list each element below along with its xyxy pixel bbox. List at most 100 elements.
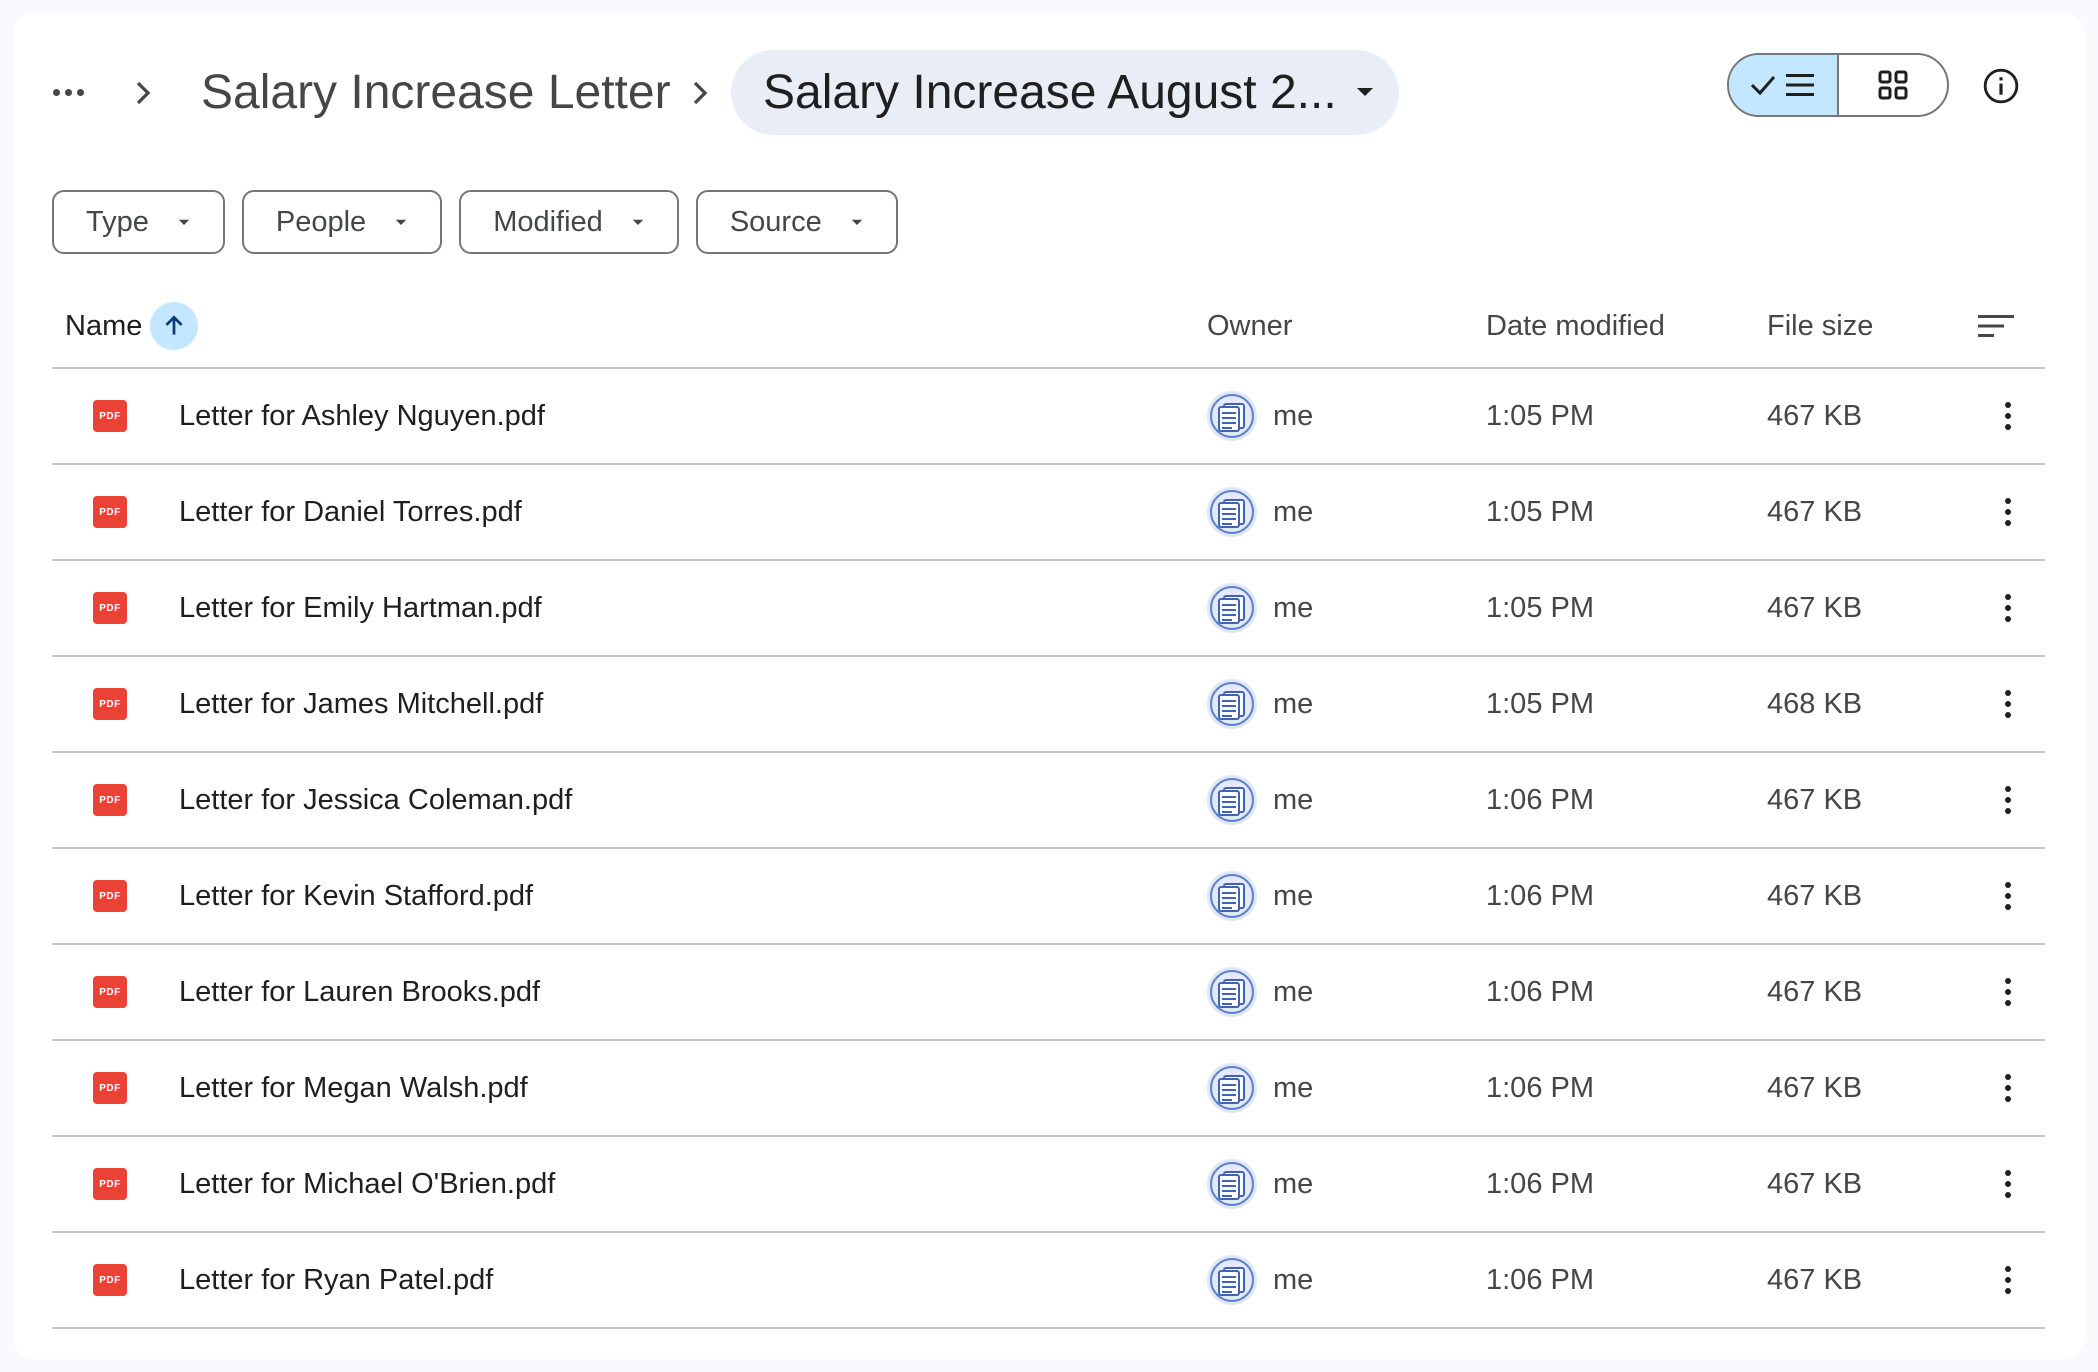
more-actions-button[interactable] <box>1988 465 2028 559</box>
arrow-upward-icon[interactable] <box>150 302 199 350</box>
more-actions-button[interactable] <box>1988 1041 2028 1135</box>
arrow-drop-down-icon <box>629 213 647 231</box>
breadcrumb-parent-folder[interactable]: Salary Increase Letter <box>187 63 685 123</box>
file-size: 467 KB <box>1767 879 1863 912</box>
file-type-cell: PDF <box>93 849 127 943</box>
more-actions-button[interactable] <box>1988 369 2028 463</box>
file-name[interactable]: Letter for Megan Walsh.pdf <box>179 1041 528 1135</box>
file-type-cell: PDF <box>93 945 127 1039</box>
arrow-drop-down-icon <box>848 213 866 231</box>
pdf-icon: PDF <box>93 688 127 720</box>
table-row[interactable]: PDF Letter for Emily Hartman.pdf me 1:05… <box>52 561 2045 657</box>
column-header-file-size[interactable]: File size <box>1767 283 1873 369</box>
file-name[interactable]: Letter for Michael O'Brien.pdf <box>179 1137 555 1231</box>
pdf-icon: PDF <box>93 1168 127 1200</box>
table-row[interactable]: PDF Letter for Megan Walsh.pdf me 1:06 P… <box>52 1041 2045 1137</box>
owner-cell: me <box>1207 1233 1313 1327</box>
more-actions-button[interactable] <box>1988 657 2028 751</box>
table-row[interactable]: PDF Letter for Jessica Coleman.pdf me 1:… <box>52 753 2045 849</box>
filter-label: Source <box>729 205 822 238</box>
owner-name: me <box>1273 495 1314 528</box>
more-vert-icon <box>2005 690 2011 718</box>
filter-source-chip[interactable]: Source <box>695 190 898 254</box>
file-type-cell: PDF <box>93 657 127 751</box>
column-header-date-modified[interactable]: Date modified <box>1486 283 1665 369</box>
info-button[interactable] <box>1976 61 2026 111</box>
more-vert-icon <box>2005 1266 2011 1294</box>
file-name[interactable]: Letter for Ashley Nguyen.pdf <box>179 369 545 463</box>
file-size: 468 KB <box>1767 687 1863 720</box>
file-type-cell: PDF <box>93 465 127 559</box>
owner-avatar-icon <box>1207 583 1257 633</box>
more-actions-button[interactable] <box>1988 753 2028 847</box>
filter-people-chip[interactable]: People <box>241 190 443 254</box>
grid-view-button[interactable] <box>1839 55 1947 115</box>
breadcrumb-current-folder[interactable]: Salary Increase August 2... <box>731 50 1399 135</box>
view-toggle <box>1727 53 1949 117</box>
owner-name: me <box>1273 687 1314 720</box>
table-row[interactable]: PDF Letter for Ryan Patel.pdf me 1:06 PM… <box>52 1233 2045 1329</box>
file-name[interactable]: Letter for James Mitchell.pdf <box>179 657 543 751</box>
date-modified: 1:05 PM <box>1486 495 1594 528</box>
table-row[interactable]: PDF Letter for Lauren Brooks.pdf me 1:06… <box>52 945 2045 1041</box>
more-horiz-icon[interactable] <box>43 67 93 117</box>
table-row[interactable]: PDF Letter for Michael O'Brien.pdf me 1:… <box>52 1137 2045 1233</box>
file-size: 467 KB <box>1767 1263 1863 1296</box>
more-actions-button[interactable] <box>1988 1137 2028 1231</box>
chevron-right-icon <box>123 73 163 113</box>
date-modified: 1:06 PM <box>1486 1071 1594 1104</box>
pdf-icon: PDF <box>93 784 127 816</box>
list-view-button[interactable] <box>1729 55 1839 115</box>
more-actions-button[interactable] <box>1988 561 2028 655</box>
filter-modified-chip[interactable]: Modified <box>459 190 679 254</box>
filter-type-chip[interactable]: Type <box>52 190 225 254</box>
date-modified: 1:06 PM <box>1486 783 1594 816</box>
date-modified: 1:06 PM <box>1486 1167 1594 1200</box>
more-vert-icon <box>2005 1170 2011 1198</box>
table-row[interactable]: PDF Letter for Kevin Stafford.pdf me 1:0… <box>52 849 2045 945</box>
pdf-icon: PDF <box>93 400 127 432</box>
column-header-name[interactable]: Name <box>65 283 199 369</box>
more-vert-icon <box>2005 594 2011 622</box>
owner-avatar-icon <box>1207 1063 1257 1113</box>
owner-avatar-icon <box>1207 1159 1257 1209</box>
file-size: 467 KB <box>1767 399 1863 432</box>
pdf-icon: PDF <box>93 976 127 1008</box>
table-header: Name Owner Date modified File size <box>52 283 2045 369</box>
breadcrumb-current-label: Salary Increase August 2... <box>763 66 1337 119</box>
info-icon <box>1983 68 2019 104</box>
file-name[interactable]: Letter for Emily Hartman.pdf <box>179 561 542 655</box>
table-row[interactable]: PDF Letter for James Mitchell.pdf me 1:0… <box>52 657 2045 753</box>
table-body: PDF Letter for Ashley Nguyen.pdf me 1:05… <box>52 369 2045 1329</box>
owner-avatar-icon <box>1207 775 1257 825</box>
owner-name: me <box>1273 591 1314 624</box>
owner-cell: me <box>1207 945 1313 1039</box>
table-row[interactable]: PDF Letter for Daniel Torres.pdf me 1:05… <box>52 465 2045 561</box>
file-type-cell: PDF <box>93 1137 127 1231</box>
pdf-icon: PDF <box>93 1264 127 1296</box>
column-header-owner: Owner <box>1207 309 1293 342</box>
file-name[interactable]: Letter for Ryan Patel.pdf <box>179 1233 493 1327</box>
owner-cell: me <box>1207 465 1313 559</box>
file-name[interactable]: Letter for Daniel Torres.pdf <box>179 465 522 559</box>
owner-avatar-icon <box>1207 679 1257 729</box>
filter-chips: Type People Modified Source <box>52 190 898 254</box>
more-actions-button[interactable] <box>1988 945 2028 1039</box>
sort-icon <box>1978 315 2014 337</box>
owner-avatar-icon <box>1207 487 1257 537</box>
more-vert-icon <box>2005 1074 2011 1102</box>
file-name[interactable]: Letter for Kevin Stafford.pdf <box>179 849 533 943</box>
chevron-right-icon <box>680 73 720 113</box>
file-name[interactable]: Letter for Jessica Coleman.pdf <box>179 753 572 847</box>
owner-name: me <box>1273 1263 1314 1296</box>
file-name[interactable]: Letter for Lauren Brooks.pdf <box>179 945 540 1039</box>
sort-options-button[interactable] <box>1976 283 2016 369</box>
file-table: Name Owner Date modified File size PDF L… <box>52 283 2045 1329</box>
table-row[interactable]: PDF Letter for Ashley Nguyen.pdf me 1:05… <box>52 369 2045 465</box>
arrow-drop-down-icon <box>392 213 410 231</box>
owner-cell: me <box>1207 1041 1313 1135</box>
drive-panel: Salary Increase Letter Salary Increase A… <box>13 13 2085 1359</box>
owner-name: me <box>1273 1071 1314 1104</box>
more-actions-button[interactable] <box>1988 1233 2028 1327</box>
more-actions-button[interactable] <box>1988 849 2028 943</box>
